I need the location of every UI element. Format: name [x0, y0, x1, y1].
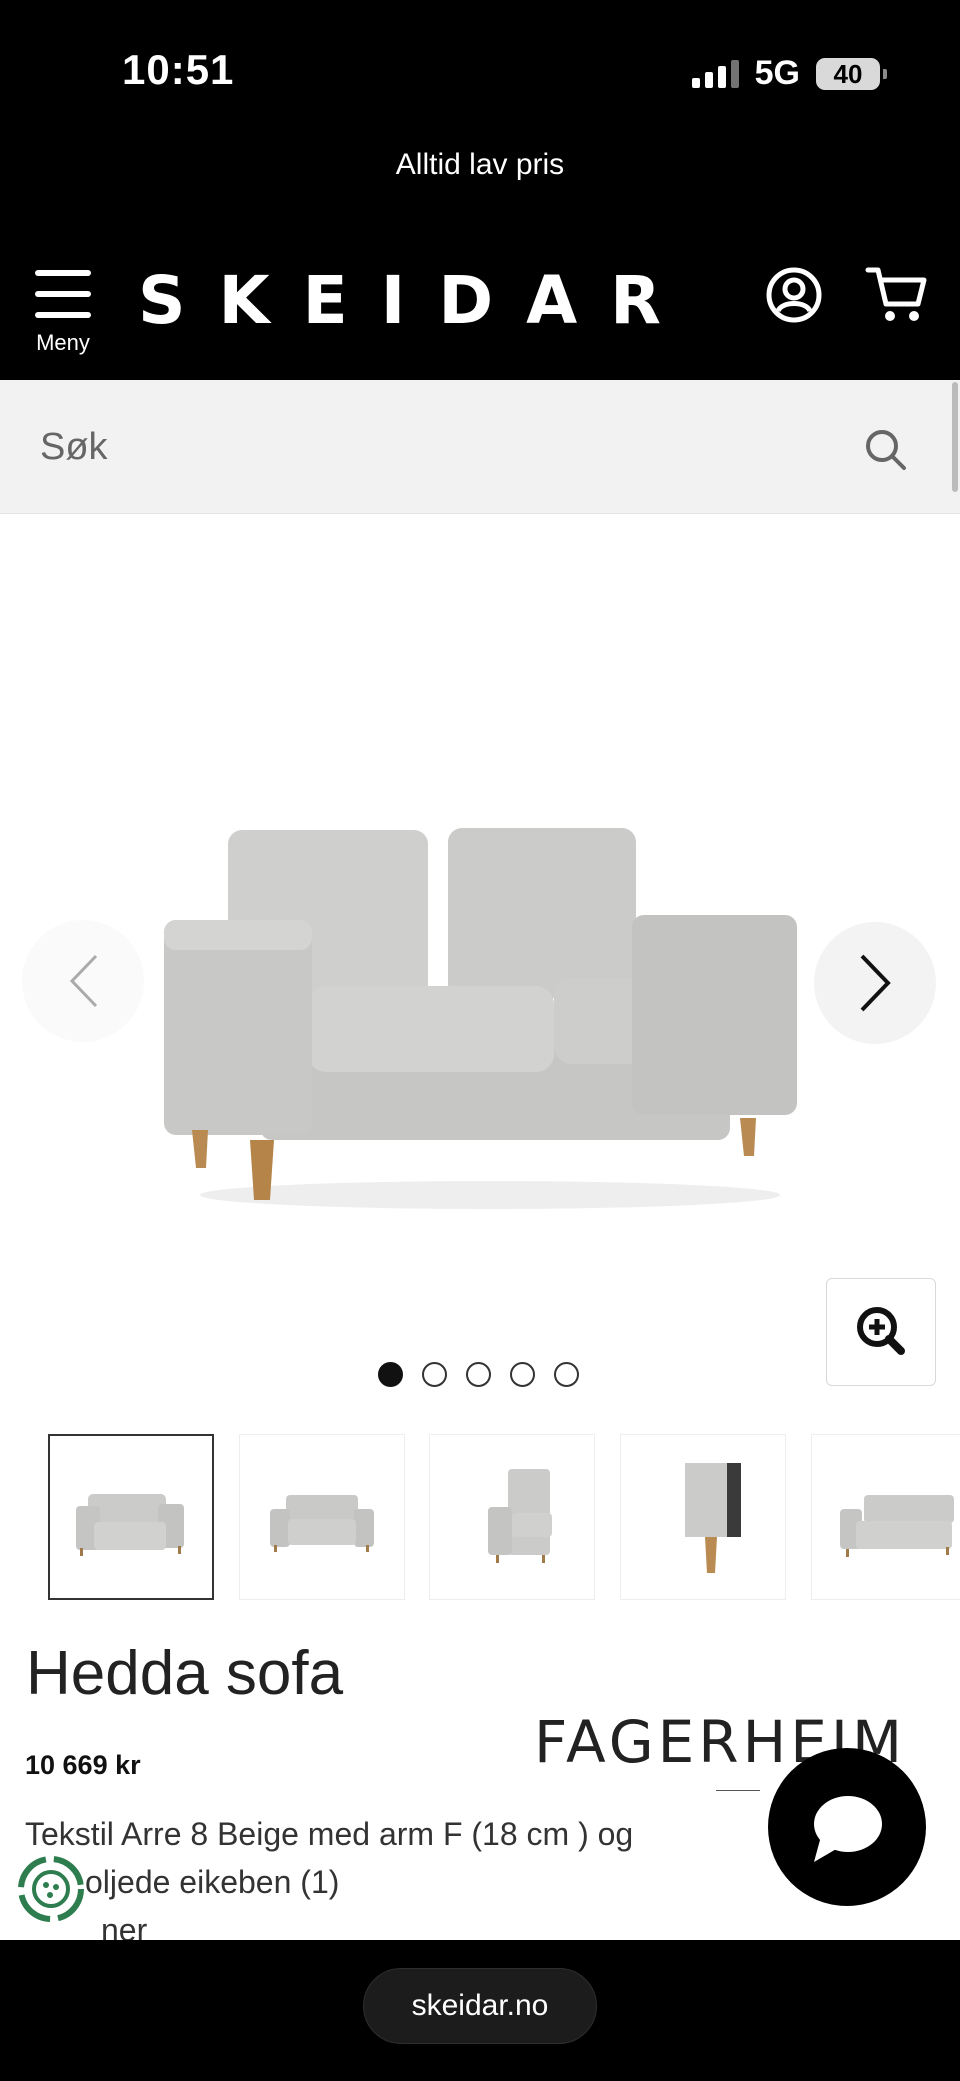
pagination-dot[interactable]: [422, 1362, 447, 1387]
chat-bubble-icon: [814, 1796, 882, 1862]
gallery-pagination: [378, 1362, 579, 1387]
zoom-button[interactable]: [826, 1278, 936, 1386]
account-button[interactable]: [764, 265, 824, 325]
scrollbar[interactable]: [952, 382, 958, 492]
product-title: Hedda sofa: [26, 1639, 344, 1708]
site-logo[interactable]: SKEIDAR: [138, 262, 694, 339]
promo-text: Alltid lav pris: [395, 148, 565, 181]
pagination-dot[interactable]: [466, 1362, 491, 1387]
search-bar: [0, 380, 960, 514]
site-header: Meny SKEIDAR: [0, 240, 960, 380]
thumbnail-front-view[interactable]: [48, 1434, 214, 1600]
network-type: 5G: [754, 54, 800, 92]
product-description: Tekstil Arre 8 Beige med arm F (18 cm ) …: [25, 1810, 765, 1954]
product-image[interactable]: [140, 800, 830, 1220]
pagination-dot[interactable]: [554, 1362, 579, 1387]
product-price: 10 669 kr: [25, 1750, 141, 1780]
menu-button[interactable]: Meny: [30, 270, 96, 356]
search-icon[interactable]: [864, 428, 908, 472]
chat-button[interactable]: [768, 1748, 926, 1906]
search-input[interactable]: [40, 412, 820, 482]
thumbnail-side-view[interactable]: [429, 1434, 595, 1600]
description-line: oljede eikeben (1): [85, 1864, 340, 1900]
thumbnail-angled-view[interactable]: [811, 1434, 960, 1600]
next-image-button[interactable]: [814, 922, 936, 1044]
pagination-dot[interactable]: [510, 1362, 535, 1387]
menu-label: Meny: [36, 330, 90, 355]
thumbnail-leg-detail[interactable]: [620, 1434, 786, 1600]
user-icon: [766, 267, 822, 323]
status-indicators: 5G 40: [691, 54, 887, 93]
battery-icon: 40: [816, 57, 887, 90]
pagination-dot[interactable]: [378, 1362, 403, 1387]
hamburger-icon: [35, 270, 91, 318]
browser-bottom-bar: skeidar.no: [0, 1940, 960, 2081]
zoom-in-icon: [857, 1307, 905, 1355]
brand-underline: [716, 1790, 760, 1791]
chevron-left-icon: [69, 954, 98, 1008]
cookie-settings-button[interactable]: [16, 1854, 86, 1924]
thumbnail-strip: [48, 1434, 960, 1604]
thumbnail-front-straight[interactable]: [239, 1434, 405, 1600]
previous-image-button[interactable]: [22, 920, 144, 1042]
url-field[interactable]: skeidar.no: [363, 1968, 597, 2044]
chevron-right-icon: [860, 954, 891, 1012]
status-time: 10:51: [122, 46, 235, 93]
cart-icon: [865, 267, 927, 321]
description-line: Tekstil Arre 8 Beige med arm F (18 cm ) …: [25, 1816, 634, 1852]
cookie-icon: [18, 1856, 84, 1922]
promo-banner: Alltid lav pris: [0, 130, 960, 240]
cart-button[interactable]: [864, 262, 930, 328]
status-bar: 10:51 5G 40: [0, 0, 960, 130]
signal-icon: [691, 59, 739, 88]
